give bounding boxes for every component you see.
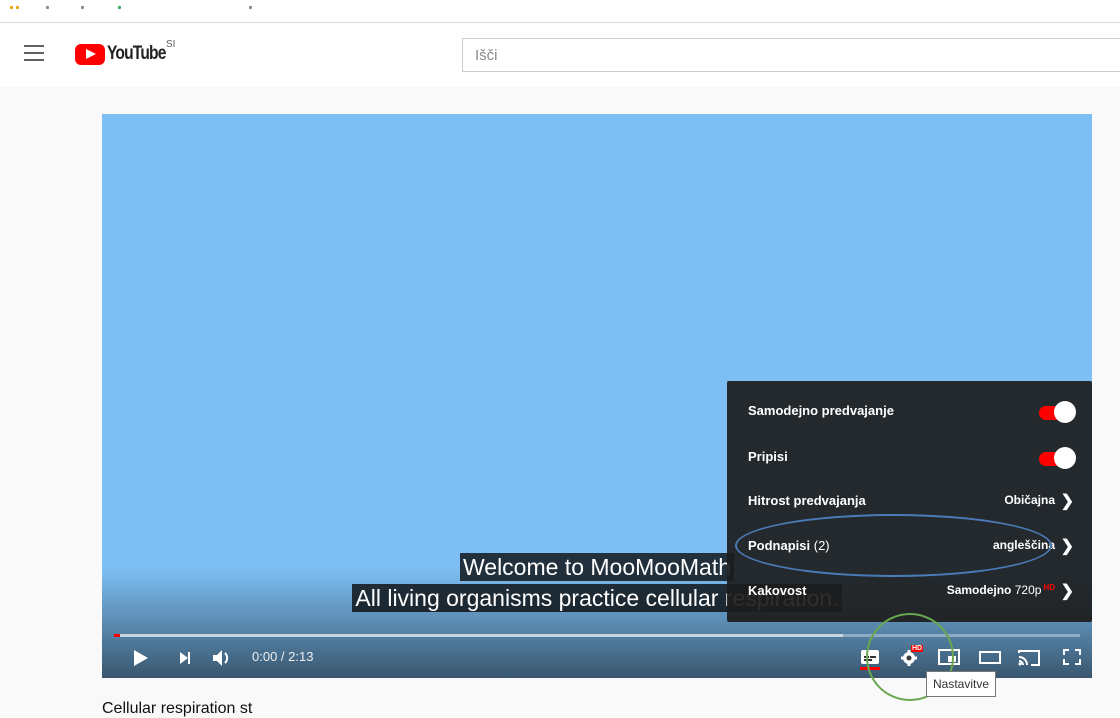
country-code: SI (166, 39, 176, 50)
menu-item-autoplay[interactable]: Samodejno predvajanje (727, 391, 1092, 431)
quality-label: Kakovost (748, 583, 807, 598)
settings-tooltip: Nastavitve (926, 671, 997, 697)
speed-value: Običajna (1004, 493, 1055, 507)
search-input[interactable]: Išči (462, 38, 1120, 72)
youtube-logo[interactable]: YouTube SI (75, 39, 178, 66)
played-bar (114, 634, 120, 637)
next-icon[interactable] (180, 651, 192, 665)
annotations-label: Pripisi (748, 449, 788, 464)
autoplay-label: Samodejno predvajanje (748, 403, 894, 418)
menu-item-quality[interactable]: Kakovost Samodejno 720p HD ❯ (727, 571, 1092, 611)
bookmark-dot (81, 6, 84, 9)
chevron-right-icon: ❯ (1060, 583, 1074, 600)
play-icon[interactable] (134, 650, 148, 666)
time-display: 0:00 / 2:13 (252, 649, 314, 664)
annotation-oval (735, 514, 1052, 577)
logo-text: YouTube (107, 43, 166, 64)
autoplay-toggle[interactable] (1036, 401, 1076, 423)
volume-icon[interactable] (213, 650, 235, 666)
bookmark-dot (249, 6, 252, 9)
fullscreen-icon[interactable] (1062, 648, 1082, 666)
chevron-right-icon: ❯ (1060, 493, 1074, 510)
settings-menu: Samodejno predvajanje Pripisi Hitrost pr… (727, 381, 1092, 622)
search-placeholder: Išči (475, 47, 498, 64)
buffered-bar (114, 634, 844, 637)
bookmark-dot (46, 6, 49, 9)
bookmark-dot (10, 6, 13, 9)
theater-icon[interactable] (979, 648, 1001, 666)
annotations-toggle[interactable] (1036, 447, 1076, 469)
menu-icon[interactable] (24, 45, 44, 61)
youtube-logo-icon (75, 43, 105, 65)
bookmark-dot (118, 6, 121, 9)
cast-icon[interactable] (1018, 648, 1040, 666)
speed-label: Hitrost predvajanja (748, 493, 866, 508)
browser-bookmarks-strip (0, 0, 1120, 23)
menu-item-annotations[interactable]: Pripisi (727, 437, 1092, 477)
hd-badge: HD (1043, 583, 1055, 592)
chevron-right-icon: ❯ (1060, 538, 1074, 555)
quality-value: Samodejno 720p HD (946, 583, 1055, 597)
youtube-header: YouTube SI Išči (0, 23, 1120, 87)
video-title-partial: Cellular respiration st (102, 700, 253, 717)
bookmark-dot (16, 6, 19, 9)
